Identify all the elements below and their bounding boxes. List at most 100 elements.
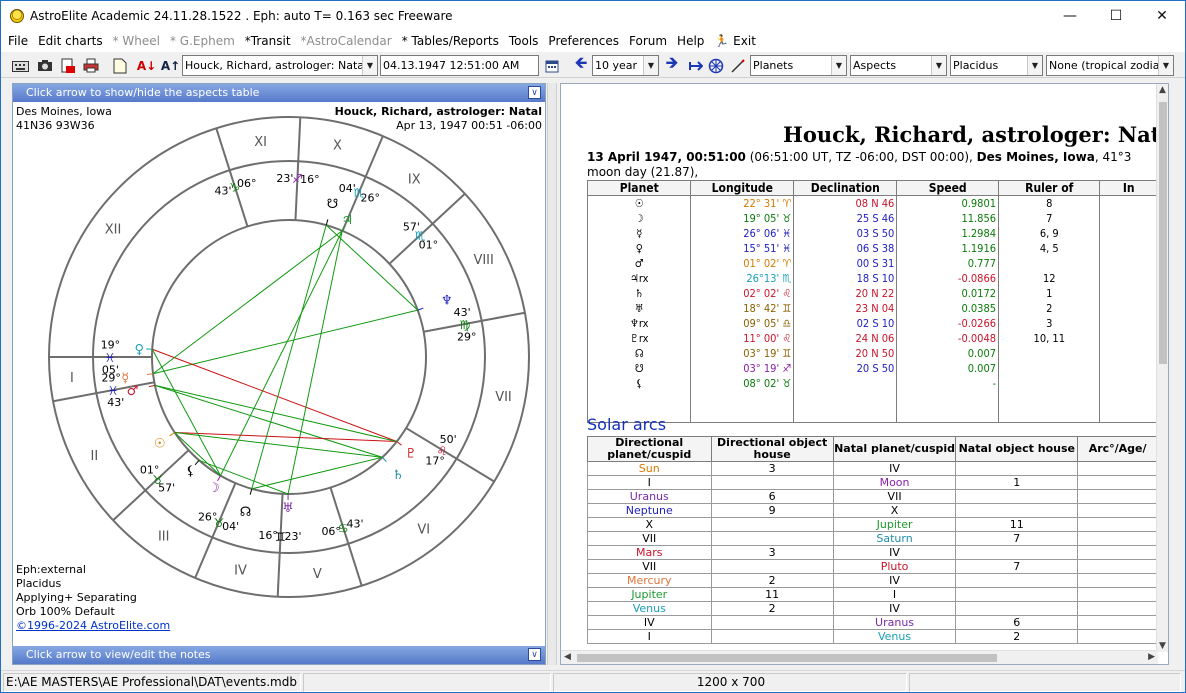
animate-icon[interactable] [686,56,706,75]
table-cell: 2 [955,629,1079,644]
table-row[interactable]: IV Uranus 6 [587,615,1158,630]
table-row[interactable]: ☊ 03° 19' ♊ 20 N 50 0.007 [586,345,1158,361]
menu-item-help[interactable]: Help [672,31,709,52]
scroll-left-icon[interactable]: ◀ [564,652,571,662]
natal-wheel[interactable]: I19°♓05'II29°♓43'III01°♉57'IV26°♉04'V16°… [13,102,545,644]
vertical-scrollbar[interactable]: ▲ ▼ [1156,84,1168,652]
table-row[interactable]: X Jupiter 11 [587,517,1158,532]
table-row[interactable]: I Venus 2 [587,629,1158,644]
keyboard-icon[interactable] [11,56,30,75]
table-row[interactable]: ♄ 02° 02' ♌ 20 N 22 0.0172 1 [586,285,1158,301]
horizontal-scrollbar[interactable]: ◀ ▶ [561,650,1158,664]
table-cell: 0.0385 [896,300,1000,316]
house-numeral: II [90,449,98,464]
table-row[interactable]: Neptune 9 X [587,503,1158,518]
planet-table-header[interactable]: Planet [586,180,692,196]
table-row[interactable]: ♇rx 11° 00' ♌ 24 N 06 -0.0048 10, 11 [586,330,1158,346]
maximize-button[interactable]: ☐ [1093,1,1139,31]
close-button[interactable]: ✕ [1139,1,1185,31]
menu-item-exit[interactable]: 🏃 Exit [709,31,761,52]
table-row[interactable]: ♀ 15° 51' ♓ 06 S 38 1.1916 4, 5 [586,240,1158,256]
planets-combo[interactable]: Planets ▼ [750,55,847,76]
table-row[interactable]: Venus 2 IV [587,601,1158,616]
chart-select-combo[interactable]: Houck, Richard, astrologer: Nata ▼ [182,55,378,76]
table-cell: 03° 19' ♊ [690,345,795,361]
aspects-combo[interactable]: Aspects ▼ [850,55,947,76]
menu-item-g-ephem[interactable]: * G.Ephem [165,31,240,52]
menu-item-edit-charts[interactable]: Edit charts [33,31,108,52]
table-row[interactable]: VII Saturn 7 [587,531,1158,546]
table-row[interactable]: ♂ 01° 02' ♈ 00 S 31 0.777 [586,255,1158,271]
table-cell: 18° 42' ♊ [690,300,795,316]
aspects-table-toggle[interactable]: Click arrow to show/hide the aspects tab… [13,84,545,102]
table-cell: 25 S 46 [793,210,898,226]
panel-splitter[interactable] [547,83,557,665]
planet-table-header[interactable]: Ruler of [998,180,1101,196]
menu-item-wheel[interactable]: * Wheel [108,31,165,52]
menu-item-forum[interactable]: Forum [624,31,672,52]
step-interval-combo[interactable]: 10 year ▼ [592,55,659,76]
menu-item-transit[interactable]: *Transit [240,31,296,52]
print-icon[interactable] [81,56,100,75]
table-row[interactable]: ♆rx 09° 05' ♎ 02 S 10 -0.0266 3 [586,315,1158,331]
text-format-icon[interactable]: A↑ [161,56,180,75]
solar-table-header[interactable]: Natal object house [955,436,1079,462]
house-system-combo[interactable]: Placidus ▼ [950,55,1043,76]
zodiac-combo[interactable]: None (tropical zodiac) ▼ [1046,55,1174,76]
table-row[interactable]: ☉ 22° 31' ♈ 08 N 46 0.9801 8 [586,195,1158,211]
step-forward-icon[interactable]: 🡺 [662,53,682,75]
menu-item-tables-reports[interactable]: * Tables/Reports [397,31,504,52]
scroll-thumb[interactable] [1159,102,1167,364]
calendar-icon[interactable] [543,56,561,75]
planet-table-header[interactable]: Longitude [690,180,795,196]
menu-item-file[interactable]: File [3,31,33,52]
table-cell: 11 [710,587,834,602]
table-row[interactable]: ⚸ 08° 02' ♉ - [586,375,1158,391]
table-cell: 02° 02' ♌ [690,285,795,301]
chevron-down-icon[interactable]: ∨ [528,86,541,99]
scroll-thumb[interactable] [577,654,997,662]
table-row[interactable]: ♃rx 26°13' ♏ 18 S 10 -0.0866 12 [586,270,1158,286]
new-chart-icon[interactable] [110,56,129,75]
menu-item-tools[interactable]: Tools [504,31,544,52]
table-row[interactable]: ♅ 18° 42' ♊ 23 N 04 0.0385 2 [586,300,1158,316]
table-row[interactable]: Uranus 6 VII [587,489,1158,504]
table-cell: 03 S 50 [793,225,898,241]
table-cell: 12 [998,270,1101,286]
planet-table-header[interactable]: Speed [896,180,1000,196]
table-row[interactable]: VII Pluto 7 [587,559,1158,574]
notes-toggle[interactable]: Click arrow to view/edit the notes ∨ [13,646,545,664]
cusp-sign-glyph: ♍ [460,318,471,332]
solar-table-header[interactable]: Arc°/Age/ [1077,436,1158,462]
camera-icon[interactable] [35,56,54,75]
table-row[interactable]: I Moon 1 [587,475,1158,490]
table-row[interactable]: ☋ 03° 19' ♐ 20 S 50 0.007 [586,360,1158,376]
solar-table-header[interactable]: Directional object house [710,436,834,462]
table-cell: 11° 00' ♌ [690,330,795,346]
scroll-down-icon[interactable]: ▼ [1159,641,1166,651]
chevron-down-icon[interactable]: ∨ [528,648,541,661]
copyright-link[interactable]: ©1996-2024 AstroElite.com [16,619,170,632]
table-row[interactable]: Mars 3 IV [587,545,1158,560]
draw-tool-icon[interactable] [728,56,748,75]
table-row[interactable]: ☿ 26° 06' ♓ 03 S 50 1.2984 6, 9 [586,225,1158,241]
scroll-up-icon[interactable]: ▲ [1159,85,1166,95]
planet-table-header[interactable]: Declination [793,180,898,196]
planet-table-header[interactable]: In [1099,180,1158,196]
solar-table-header[interactable]: Directional planet/cuspid [587,436,712,462]
table-row[interactable]: Mercury 2 IV [587,573,1158,588]
wheel-icon[interactable] [706,56,726,75]
datetime-field[interactable]: 04.13.1947 12:51:00 AM [380,55,539,76]
solar-table-header[interactable]: Natal planet/cuspid [832,436,957,462]
table-cell: 22° 31' ♈ [690,195,795,211]
step-back-icon[interactable]: 🡸 [571,53,591,75]
table-row[interactable]: Jupiter 11 I [587,587,1158,602]
minimize-button[interactable]: — [1047,1,1093,31]
sort-icon[interactable]: A↓ [137,56,156,75]
table-row[interactable]: ☽ 19° 05' ♉ 25 S 46 11.856 7 [586,210,1158,226]
scroll-right-icon[interactable]: ▶ [1148,652,1155,662]
pdf-export-icon[interactable] [58,56,77,75]
menu-item-preferences[interactable]: Preferences [543,31,624,52]
menu-item-astrocalendar[interactable]: *AstroCalendar [296,31,397,52]
table-row[interactable]: Sun 3 IV [587,461,1158,476]
